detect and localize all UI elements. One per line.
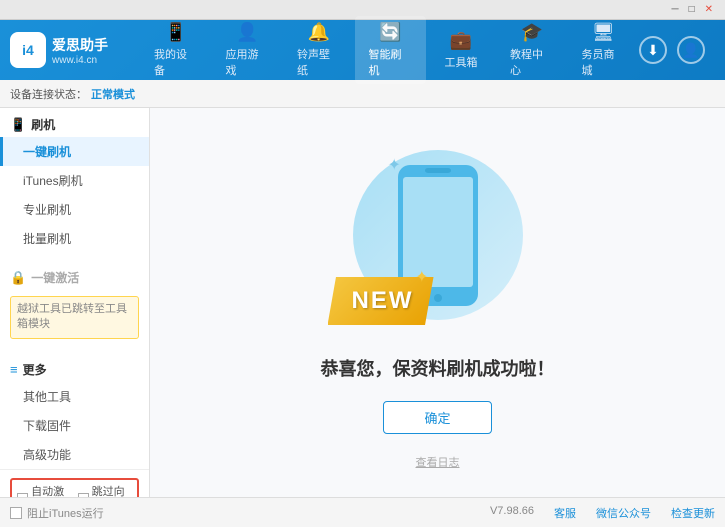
ringtone-icon: 🔔: [308, 22, 330, 43]
sidebar-bottom: 自动激活 跳过向导 📱 iPhone 15 Pro Max 512GB iPho…: [0, 469, 149, 497]
header-right: ⬇ 👤: [639, 36, 715, 64]
sidebar-item-download-firmware[interactable]: 下载固件: [0, 411, 149, 440]
success-area: NEW ✦ ✦ ✦ 恭喜您，保资料刷机成功啦！ 确定 查看日志: [321, 135, 555, 470]
confirm-button[interactable]: 确定: [383, 401, 491, 434]
sidebar-item-one-click-flash[interactable]: 一键刷机: [0, 137, 149, 166]
nav-tabs: 📱 我的设备 👤 应用游戏 🔔 铃声壁纸 🔄 智能刷机 💼 工具箱 🎓 教程中心…: [140, 16, 639, 84]
more-icon: ≡: [10, 362, 18, 377]
nav-tab-service[interactable]: 🖥 务员商城: [568, 16, 640, 84]
nav-tab-ringtone[interactable]: 🔔 铃声壁纸: [283, 16, 355, 84]
connection-status: 正常模式: [91, 86, 135, 102]
sidebar-item-itunes-flash[interactable]: iTunes刷机: [0, 166, 149, 195]
auto-guide-checkbox[interactable]: 跳过向导: [78, 483, 133, 497]
app-icon: 👤: [236, 22, 258, 43]
toolbox-icon: 💼: [450, 30, 472, 51]
version-label: V7.98.66: [490, 505, 534, 521]
sidebar-section-more: ≡ 更多: [0, 353, 149, 382]
footer-right: V7.98.66 客服 微信公众号 检查更新: [490, 505, 715, 521]
window-maximize[interactable]: □: [685, 2, 699, 17]
window-minimize[interactable]: ─: [667, 2, 682, 17]
breadcrumb: 设备连接状态： 正常模式: [0, 80, 725, 108]
phone-illustration: NEW ✦ ✦ ✦: [338, 135, 538, 335]
success-message: 恭喜您，保资料刷机成功啦！: [321, 355, 555, 381]
checkbox-icon-2: [78, 493, 89, 497]
service-icon: 🖥: [592, 22, 615, 43]
auto-activate-checkbox[interactable]: 自动激活: [17, 483, 72, 497]
sidebar-item-advanced[interactable]: 高级功能: [0, 440, 149, 469]
new-banner: NEW ✦: [328, 277, 434, 325]
logo-area: i4 爱思助手 www.i4.cn: [10, 32, 140, 68]
footer-left: 阻止iTunes运行: [10, 505, 104, 521]
nav-tab-tutorial[interactable]: 🎓 教程中心: [496, 16, 568, 84]
logo-icon: i4: [10, 32, 46, 68]
header: i4 爱思助手 www.i4.cn 📱 我的设备 👤 应用游戏 🔔 铃声壁纸 🔄…: [0, 20, 725, 80]
sidebar-item-pro-flash[interactable]: 专业刷机: [0, 195, 149, 224]
nav-tab-my-device[interactable]: 📱 我的设备: [140, 16, 212, 84]
flash-section-icon: 📱: [10, 117, 26, 133]
main-layout: 📱 刷机 一键刷机 iTunes刷机 专业刷机 批量刷机 🔒 一键激活 越狱工具…: [0, 108, 725, 497]
nav-tab-toolbox[interactable]: 💼 工具箱: [426, 16, 496, 84]
lock-icon: 🔒: [10, 270, 26, 286]
footer: 阻止iTunes运行 V7.98.66 客服 微信公众号 检查更新: [0, 497, 725, 527]
auto-options: 自动激活 跳过向导: [10, 478, 139, 497]
view-log-link[interactable]: 查看日志: [416, 454, 460, 470]
window-close[interactable]: ✕: [701, 2, 717, 17]
tutorial-icon: 🎓: [521, 22, 543, 43]
sidebar-item-batch-flash[interactable]: 批量刷机: [0, 224, 149, 253]
logo-text: 爱思助手 www.i4.cn: [52, 35, 108, 66]
check-update-link[interactable]: 检查更新: [671, 505, 715, 521]
flash-icon: 🔄: [379, 22, 401, 43]
sidebar-section-flash: 📱 刷机: [0, 108, 149, 137]
content-area: NEW ✦ ✦ ✦ 恭喜您，保资料刷机成功啦！ 确定 查看日志: [150, 108, 725, 497]
sidebar: 📱 刷机 一键刷机 iTunes刷机 专业刷机 批量刷机 🔒 一键激活 越狱工具…: [0, 108, 150, 497]
device-icon: 📱: [165, 22, 187, 43]
sidebar-section-activation: 🔒 一键激活: [0, 261, 149, 290]
user-button[interactable]: 👤: [677, 36, 705, 64]
star-icon: ✦: [415, 267, 428, 287]
checkbox-icon: [17, 493, 28, 497]
download-button[interactable]: ⬇: [639, 36, 667, 64]
nav-tab-smart-flash[interactable]: 🔄 智能刷机: [355, 16, 427, 84]
sidebar-item-other-tools[interactable]: 其他工具: [0, 382, 149, 411]
activation-notice: 越狱工具已跳转至工具箱模块: [10, 296, 139, 339]
itunes-label: 阻止iTunes运行: [27, 505, 104, 521]
wechat-link[interactable]: 微信公众号: [596, 505, 651, 521]
customer-service-link[interactable]: 客服: [554, 505, 576, 521]
nav-tab-app-game[interactable]: 👤 应用游戏: [212, 16, 284, 84]
footer-checkbox[interactable]: [10, 507, 22, 519]
